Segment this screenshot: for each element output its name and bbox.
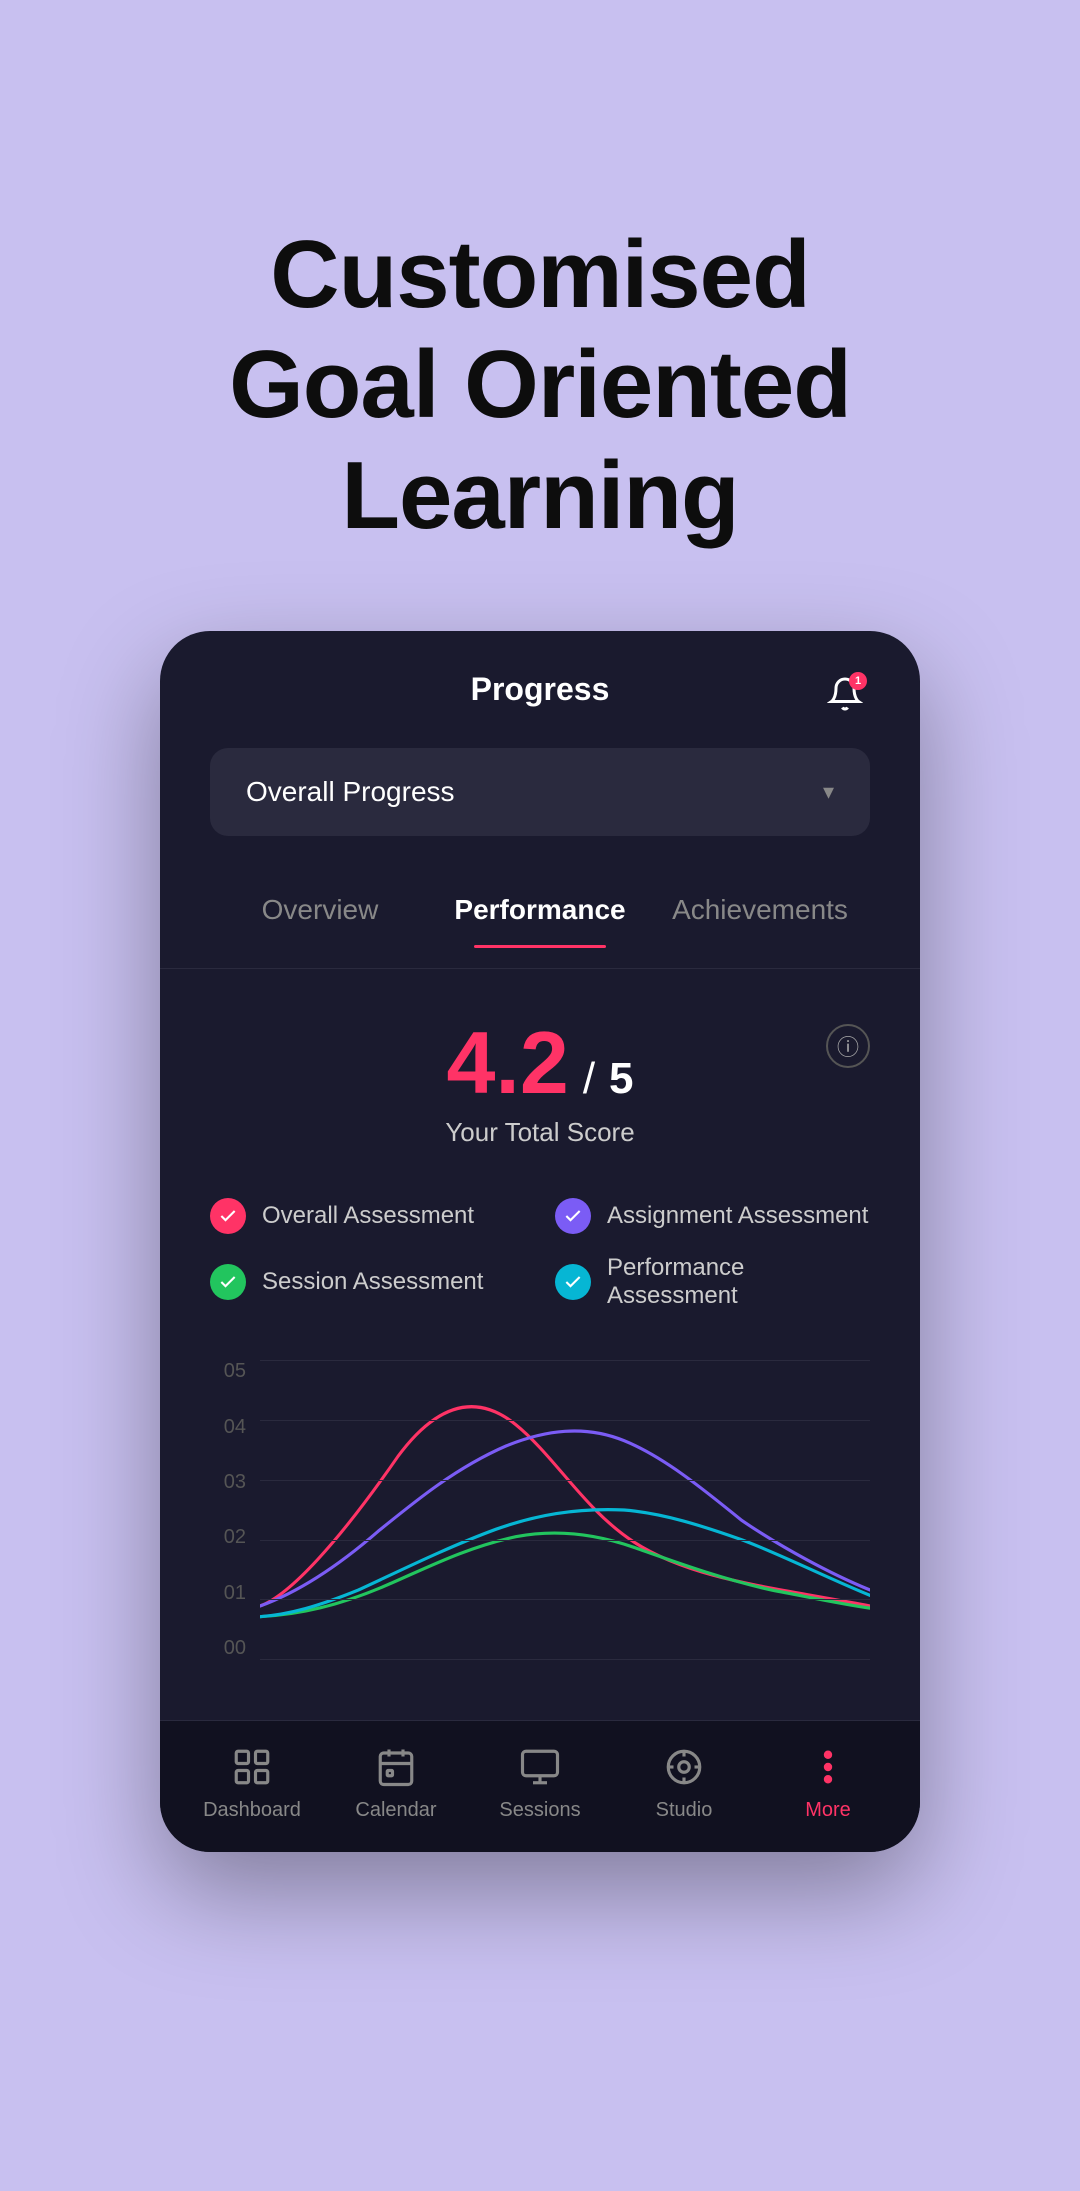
chart-grid-lines [260,1350,870,1670]
session-check-icon [210,1264,246,1300]
nav-label-calendar: Calendar [355,1799,436,1822]
score-display: 4.2 / 5 [446,1019,633,1107]
chart-container: 00 01 02 03 04 05 [210,1350,870,1670]
tab-performance[interactable]: Performance [430,876,650,948]
grid-line-02 [260,1540,870,1541]
y-label-01: 01 [210,1582,246,1605]
y-label-03: 03 [210,1471,246,1494]
legend-label-performance: Performance Assessment [607,1254,870,1310]
bottom-nav: Dashboard Calendar [160,1720,920,1852]
tabs-section: Overview Performance Achievements [160,866,920,969]
y-label-00: 00 [210,1637,246,1660]
hero-title: Customised Goal Oriented Learning [60,220,1020,551]
notification-button[interactable]: 1 [820,669,870,719]
y-label-02: 02 [210,1526,246,1549]
grid-line-04 [260,1420,870,1421]
grid-line-01 [260,1599,870,1600]
nav-label-dashboard: Dashboard [203,1799,301,1822]
dropdown-label: Overall Progress [246,776,455,808]
grid-line-05 [260,1360,870,1361]
score-divider: / [583,1054,595,1104]
chart-y-labels: 00 01 02 03 04 05 [210,1350,246,1670]
hero-section: Customised Goal Oriented Learning [0,0,1080,631]
score-section: 4.2 / 5 ⓘ Your Total Score [160,969,920,1178]
dashboard-icon [230,1745,274,1789]
score-max: 5 [609,1054,633,1104]
nav-label-more: More [805,1799,851,1822]
assignment-check-icon [555,1198,591,1234]
bell-icon: 1 [827,676,863,712]
overall-check-icon [210,1198,246,1234]
dropdown-section: Overall Progress ▾ [160,728,920,866]
nav-item-dashboard[interactable]: Dashboard [180,1745,324,1822]
studio-icon [662,1745,706,1789]
legend-section: Overall Assessment Assignment Assessment… [160,1178,920,1340]
nav-label-sessions: Sessions [499,1799,580,1822]
nav-item-sessions[interactable]: Sessions [468,1745,612,1822]
y-label-05: 05 [210,1360,246,1383]
more-icon [806,1745,850,1789]
tab-achievements[interactable]: Achievements [650,876,870,948]
app-header-title: Progress [471,671,610,708]
performance-check-icon [555,1264,591,1300]
score-value: 4.2 [446,1019,568,1107]
y-label-04: 04 [210,1416,246,1439]
grid-line-00 [260,1659,870,1660]
nav-item-calendar[interactable]: Calendar [324,1745,468,1822]
legend-label-session: Session Assessment [262,1268,483,1296]
chart-section: 00 01 02 03 04 05 [160,1340,920,1720]
chevron-down-icon: ▾ [823,779,834,805]
calendar-icon [374,1745,418,1789]
progress-dropdown[interactable]: Overall Progress ▾ [210,748,870,836]
legend-label-assignment: Assignment Assessment [607,1202,868,1230]
legend-item-overall: Overall Assessment [210,1198,525,1234]
legend-label-overall: Overall Assessment [262,1202,474,1230]
legend-item-session: Session Assessment [210,1254,525,1310]
app-header: Progress 1 [160,631,920,728]
nav-item-studio[interactable]: Studio [612,1745,756,1822]
chart-plot [260,1350,870,1670]
nav-label-studio: Studio [656,1799,713,1822]
legend-item-performance: Performance Assessment [555,1254,870,1310]
app-card: Progress 1 Overall Progress ▾ Overview P… [160,631,920,1852]
sessions-icon [518,1745,562,1789]
score-label: Your Total Score [445,1117,634,1148]
grid-line-03 [260,1480,870,1481]
score-info-button[interactable]: ⓘ [826,1024,870,1068]
notification-badge: 1 [849,672,867,690]
legend-item-assignment: Assignment Assessment [555,1198,870,1234]
tab-overview[interactable]: Overview [210,876,430,948]
nav-item-more[interactable]: More [756,1745,900,1822]
